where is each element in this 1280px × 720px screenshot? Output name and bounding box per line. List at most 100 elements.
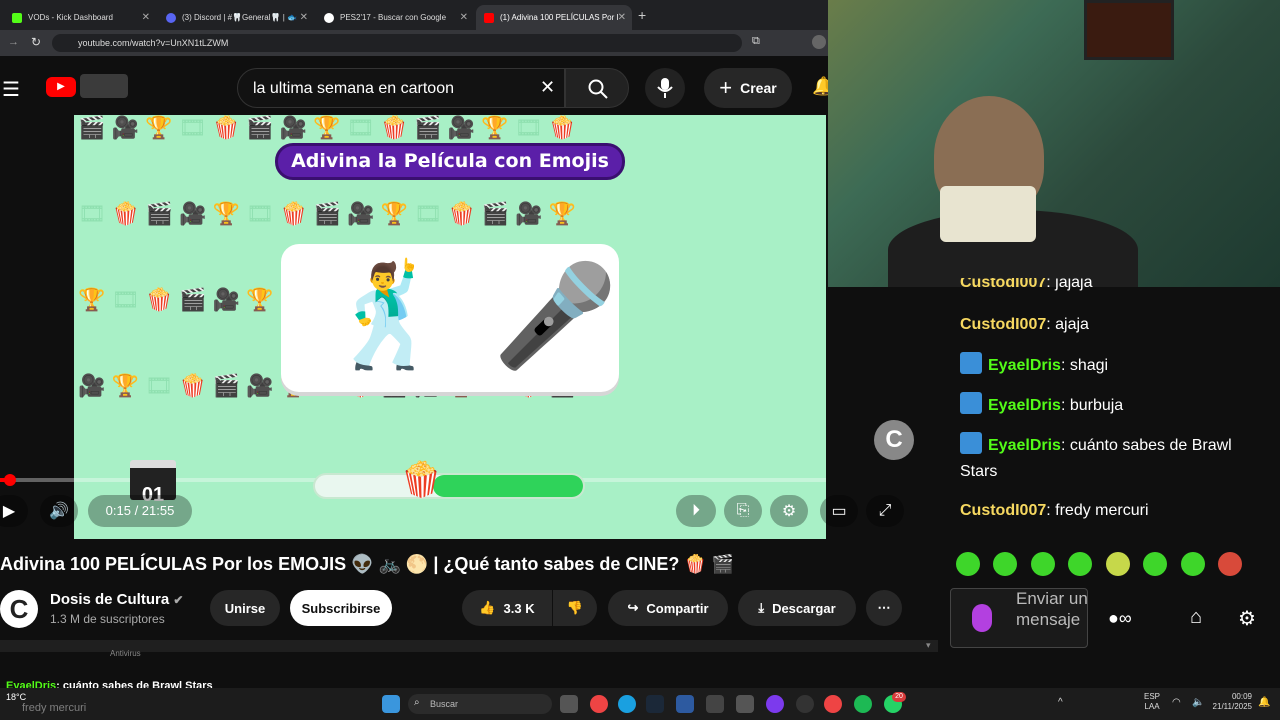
dislike-button[interactable]: 👎 <box>553 590 597 626</box>
clock[interactable]: 00:09 21/11/2025 <box>1208 692 1252 712</box>
store-icon[interactable]: ⌂ <box>1190 606 1202 629</box>
volume-button[interactable]: 🔊 <box>40 495 78 527</box>
close-icon[interactable]: ✕ <box>142 12 150 23</box>
chat-username[interactable]: EyaelDris <box>988 357 1061 374</box>
app-icon[interactable] <box>736 695 754 713</box>
subscribe-button[interactable]: Subscribirse <box>290 590 392 626</box>
windows-start-icon[interactable] <box>382 695 400 713</box>
chat-text: burbuja <box>1069 397 1124 414</box>
close-icon[interactable]: ✕ <box>300 12 308 23</box>
url-field[interactable]: youtube.com/watch?v=UnXN1tLZWM <box>52 34 742 52</box>
autoplay-toggle[interactable]: ⏵ <box>676 495 716 527</box>
settings-button[interactable]: ⚙ <box>770 495 808 527</box>
emote-icon[interactable] <box>956 552 980 576</box>
channel-name[interactable]: Dosis de Cultura ✔ <box>50 591 183 608</box>
theater-mode-button[interactable]: ▭ <box>820 495 858 527</box>
store-app-icon[interactable] <box>676 695 694 713</box>
doodle-logo[interactable] <box>80 74 128 98</box>
download-button[interactable]: ⤓ Descargar <box>738 590 856 626</box>
emote-icon[interactable] <box>1031 552 1055 576</box>
taskbar-search[interactable]: Buscar <box>408 694 552 714</box>
fullscreen-button[interactable]: ⤢ <box>866 495 904 527</box>
create-label: Crear <box>740 80 777 96</box>
forward-icon[interactable]: → <box>8 36 19 48</box>
close-icon[interactable]: ✕ <box>618 12 626 23</box>
tab-google[interactable]: PES2'17 - Buscar con Google ✕ <box>316 5 474 30</box>
emote-icon[interactable] <box>1181 552 1205 576</box>
profile-avatar[interactable] <box>812 35 826 49</box>
wifi-icon[interactable]: ◠ <box>1172 697 1181 708</box>
more-icon: ⋯ <box>877 600 891 615</box>
chat-username[interactable]: CustodI007 <box>960 278 1046 291</box>
volume-icon[interactable]: 🔈 <box>1192 697 1204 708</box>
channel-watermark[interactable]: C <box>874 420 914 460</box>
channel-avatar[interactable]: C <box>0 590 38 628</box>
weather-widget[interactable]: 18°C <box>6 692 26 702</box>
time-display: 0:15 / 21:55 <box>88 495 192 527</box>
scroll-down-icon[interactable]: ▾ <box>926 640 931 651</box>
share-button[interactable]: ↪ Compartir <box>608 590 728 626</box>
chat-username[interactable]: EyaelDris <box>988 397 1061 414</box>
thumbs-up-icon: 👍 <box>479 600 496 615</box>
download-label: Descargar <box>772 600 836 616</box>
progress-scrubber[interactable] <box>4 474 16 486</box>
search-input[interactable]: la ultima semana en cartoon <box>237 68 565 108</box>
more-actions-button[interactable]: ⋯ <box>866 590 902 626</box>
new-tab-button[interactable]: + <box>638 7 646 23</box>
clear-search-icon[interactable]: ✕ <box>540 77 555 98</box>
emote-icon[interactable] <box>1143 552 1167 576</box>
channel-name-text: Dosis de Cultura <box>50 591 170 608</box>
tab-discord[interactable]: (3) Discord | #🦷General🦷 | 🐟 ✕ <box>158 5 314 30</box>
language-indicator[interactable]: ESP LAA <box>1144 692 1160 712</box>
app-icon[interactable] <box>706 695 724 713</box>
emote-icon[interactable] <box>1068 552 1092 576</box>
join-button[interactable]: Unirse <box>210 590 280 626</box>
chrome-icon[interactable] <box>590 695 608 713</box>
tab-youtube[interactable]: (1) Adivina 100 PELÍCULAS Por l ✕ <box>476 5 632 30</box>
extensions-icon[interactable]: ⧉ <box>752 35 760 48</box>
discord-icon <box>166 12 176 23</box>
webcam-light <box>940 186 1036 242</box>
emote-picker-icon[interactable]: ●∞ <box>1108 608 1132 629</box>
moderator-badge-icon <box>960 352 982 374</box>
gear-icon[interactable]: ⚙ <box>1238 606 1256 631</box>
voice-search-button[interactable] <box>645 68 685 108</box>
tray-chevron-icon[interactable]: ^ <box>1058 697 1063 708</box>
emote-icon[interactable] <box>1218 552 1242 576</box>
task-view-icon[interactable] <box>560 695 578 713</box>
theater-icon: ▭ <box>831 503 847 520</box>
obs-icon[interactable] <box>766 695 784 713</box>
chat-username[interactable]: EyaelDris <box>988 437 1061 454</box>
share-icon: ↪ <box>627 600 639 615</box>
autoplay-icon: ⏵ <box>691 502 700 519</box>
emote-icon[interactable] <box>993 552 1017 576</box>
edge-icon[interactable] <box>618 695 636 713</box>
menu-icon[interactable]: ☰ <box>2 77 20 102</box>
video-banner: Adivina la Película con Emojis <box>275 143 625 180</box>
steam-icon[interactable] <box>646 695 664 713</box>
tab-label: PES2'17 - Buscar con Google <box>340 13 447 22</box>
microphone-icon[interactable] <box>972 604 992 632</box>
tab-kick[interactable]: VODs - Kick Dashboard ✕ <box>4 5 156 30</box>
subtitles-button[interactable]: ⎘ <box>724 495 762 527</box>
chat-username[interactable]: CustodI007 <box>960 502 1046 519</box>
reload-icon[interactable]: ↻ <box>31 35 41 49</box>
chat-username[interactable]: CustodI007 <box>960 316 1046 333</box>
webcam-feed <box>828 0 1280 287</box>
microphone-emoji: 🎤 <box>493 260 618 372</box>
taskbar <box>0 688 1280 720</box>
clapperboard-counter: 01 <box>130 460 176 506</box>
emote-icon[interactable] <box>1106 552 1130 576</box>
like-button[interactable]: 👍 3.3 K <box>462 590 552 626</box>
close-icon[interactable]: ✕ <box>460 12 468 23</box>
github-icon[interactable] <box>796 695 814 713</box>
search-button[interactable] <box>565 68 629 108</box>
notification-bell-icon[interactable]: 🔔 <box>1258 697 1270 708</box>
subtitles-icon: ⎘ <box>736 502 750 519</box>
youtube-logo-icon[interactable]: ▶ <box>46 77 76 97</box>
play-icon: ▶ <box>2 503 16 520</box>
video-title: Adivina 100 PELÍCULAS Por los EMOJIS 👽 🚲… <box>0 554 735 574</box>
spotify-icon[interactable] <box>854 695 872 713</box>
chrome-icon[interactable] <box>824 695 842 713</box>
create-button[interactable]: + Crear <box>704 68 792 108</box>
